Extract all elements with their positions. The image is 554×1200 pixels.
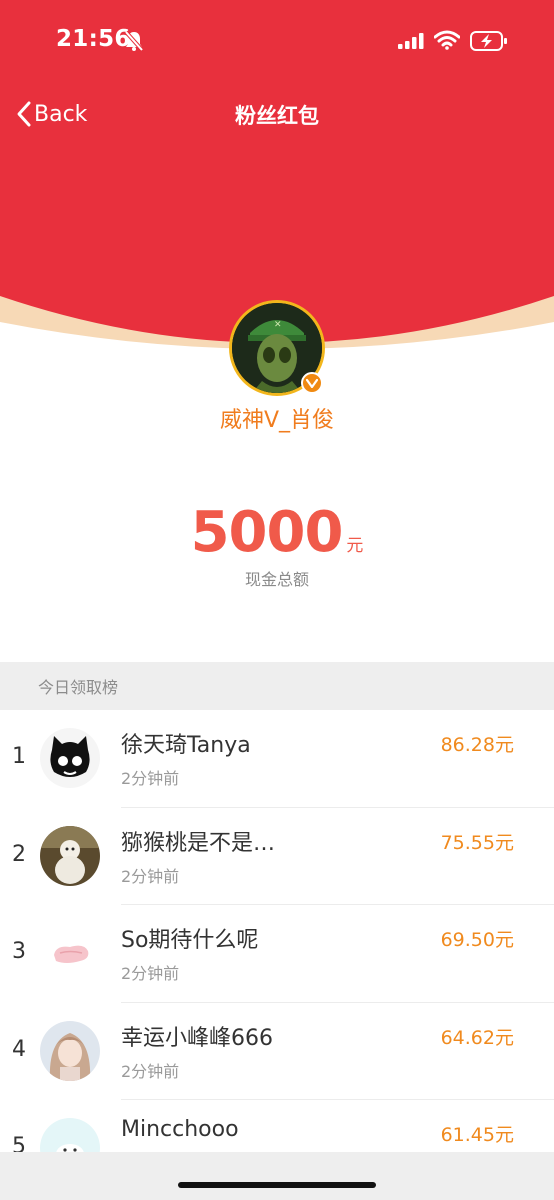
wifi-icon: [434, 30, 460, 50]
total-amount-unit: 元: [346, 536, 364, 556]
creator-name[interactable]: 威神V_肖俊: [0, 402, 554, 434]
list-item[interactable]: 2 猕猴桃是不是… 2分钟前 75.55元: [0, 808, 554, 905]
home-indicator[interactable]: [178, 1182, 376, 1188]
user-name: So期待什么呢: [121, 928, 259, 953]
leaderboard-list: 1 徐天琦Tanya 2分钟前 86.28元 2 猕猴桃是不是… 2分钟前 75…: [0, 710, 554, 1198]
avatar: [40, 825, 100, 886]
claim-time: 2分钟前: [121, 866, 180, 886]
user-name: Mincchooo: [121, 1117, 239, 1142]
claim-amount: 61.45元: [440, 1124, 514, 1146]
claim-time: 2分钟前: [121, 769, 180, 788]
rank-number: 2: [12, 841, 26, 867]
avatar: [40, 1020, 100, 1081]
claim-amount: 86.28元: [440, 734, 514, 756]
leaderboard-title: 今日领取榜: [0, 662, 554, 710]
list-item[interactable]: 1 徐天琦Tanya 2分钟前 86.28元: [0, 710, 554, 808]
claim-amount: 64.62元: [440, 1026, 514, 1049]
claim-time: 2分钟前: [121, 1061, 180, 1081]
avatar: [40, 923, 100, 983]
creator-avatar[interactable]: ✕: [229, 300, 325, 396]
status-bar: 21:56: [0, 0, 554, 82]
page-title: 粉丝红包: [235, 104, 319, 128]
list-item[interactable]: 3 So期待什么呢 2分钟前 69.50元: [0, 905, 554, 1003]
bottom-bar: [0, 1152, 554, 1200]
total-amount-label: 现金总额: [244, 570, 309, 589]
cellular-signal-icon: [398, 33, 424, 49]
avatar: [40, 728, 100, 788]
bell-muted-icon: [124, 30, 144, 52]
user-name: 猕猴桃是不是…: [121, 830, 276, 856]
claim-amount: 69.50元: [440, 929, 514, 951]
rank-number: 4: [12, 1036, 26, 1062]
rank-number: 3: [12, 939, 26, 964]
verified-icon: [301, 372, 323, 394]
svg-text:✕: ✕: [274, 320, 282, 330]
claim-amount: 75.55元: [440, 831, 514, 854]
total-amount-value: 5000: [190, 500, 344, 565]
total-amount: 5000 元: [0, 500, 554, 565]
claim-time: 2分钟前: [121, 964, 180, 983]
user-name: 幸运小峰峰666: [121, 1025, 273, 1051]
battery-charging-icon: [470, 31, 507, 51]
user-name: 徐天琦Tanya: [121, 733, 251, 758]
rank-number: 1: [12, 744, 26, 769]
status-time: 21:56: [56, 26, 131, 52]
list-item[interactable]: 4 幸运小峰峰666 2分钟前 64.62元: [0, 1003, 554, 1100]
